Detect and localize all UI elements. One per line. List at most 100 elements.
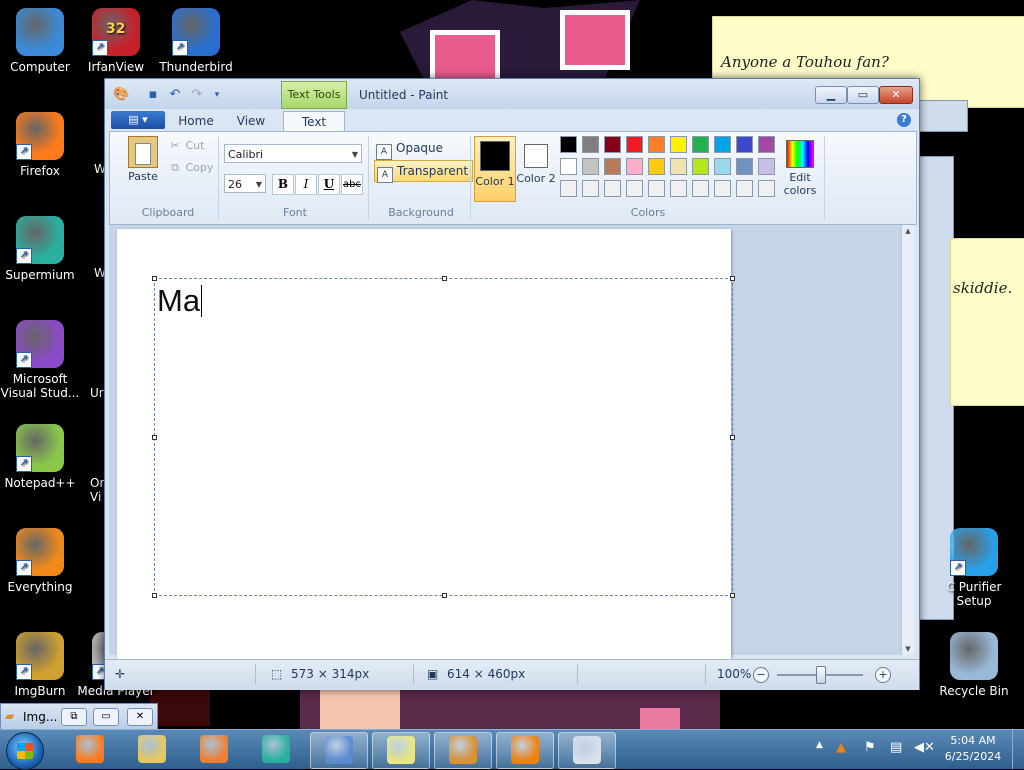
- restore-button[interactable]: ⧉: [61, 708, 87, 726]
- taskbar-media-button[interactable]: [186, 732, 242, 767]
- paste-button[interactable]: Paste: [118, 136, 168, 192]
- resize-handle[interactable]: [152, 593, 157, 598]
- palette-color[interactable]: [648, 158, 665, 175]
- resize-handle[interactable]: [442, 276, 447, 281]
- font-family-select[interactable]: Calibri ▼: [224, 144, 362, 163]
- palette-color[interactable]: [648, 180, 665, 197]
- palette-color[interactable]: [560, 180, 577, 197]
- color2-button[interactable]: Color 2: [516, 136, 556, 200]
- resize-handle[interactable]: [730, 276, 735, 281]
- zoom-in-button[interactable]: +: [875, 667, 891, 683]
- palette-color[interactable]: [604, 158, 621, 175]
- desktop-icon-everything[interactable]: ↗ Everything: [0, 528, 80, 594]
- underline-button[interactable]: U: [318, 174, 340, 195]
- tab-text[interactable]: Text: [283, 111, 345, 133]
- tab-view[interactable]: View: [225, 111, 277, 131]
- palette-color[interactable]: [604, 136, 621, 153]
- palette-color[interactable]: [714, 158, 731, 175]
- close-button[interactable]: ✕: [127, 708, 153, 726]
- sticky-note[interactable]: skiddie.: [950, 238, 1024, 406]
- transparent-option[interactable]: A Transparent: [374, 160, 474, 183]
- desktop-icon-supermium[interactable]: ↗ Supermium: [0, 216, 80, 282]
- desktop-icon-thunderbird[interactable]: ↗ Thunderbird: [156, 8, 236, 74]
- undo-icon[interactable]: ↶: [167, 87, 183, 103]
- palette-color[interactable]: [626, 180, 643, 197]
- italic-button[interactable]: I: [295, 174, 317, 195]
- action-center-icon[interactable]: ⚑: [864, 740, 876, 755]
- palette-color[interactable]: [604, 180, 621, 197]
- scroll-down-icon[interactable]: ▼: [902, 643, 914, 655]
- palette-color[interactable]: [582, 180, 599, 197]
- show-desktop-button[interactable]: [1012, 730, 1024, 769]
- taskbar-remote-button[interactable]: [310, 732, 368, 769]
- clock[interactable]: 5:04 AM 6/25/2024: [940, 733, 1006, 765]
- resize-handle[interactable]: [730, 435, 735, 440]
- palette-color[interactable]: [714, 136, 731, 153]
- palette-color[interactable]: [626, 158, 643, 175]
- palette-color[interactable]: [758, 136, 775, 153]
- vlc-tray-icon[interactable]: ▲: [836, 740, 846, 755]
- palette-color[interactable]: [560, 158, 577, 175]
- title-bar[interactable]: 🎨 ▪ ↶ ↷ ▾ Text Tools Untitled - Paint ▁ …: [105, 79, 919, 109]
- desktop-icon-visual-studio[interactable]: ↗ Microsoft Visual Stud...: [0, 320, 80, 400]
- paint-window[interactable]: 🎨 ▪ ↶ ↷ ▾ Text Tools Untitled - Paint ▁ …: [104, 78, 920, 690]
- palette-color[interactable]: [736, 158, 753, 175]
- minimized-window[interactable]: ▰ Img... ⧉ ▭ ✕: [0, 703, 158, 731]
- start-button[interactable]: [6, 732, 44, 770]
- show-hidden-icons[interactable]: ▲: [816, 740, 823, 750]
- edit-colors-button[interactable]: Edit colors: [780, 136, 820, 197]
- resize-handle[interactable]: [730, 593, 735, 598]
- palette-color[interactable]: [692, 158, 709, 175]
- taskbar-vlc-button[interactable]: [496, 732, 554, 769]
- taskbar-explorer-button[interactable]: [124, 732, 180, 767]
- palette-color[interactable]: [736, 180, 753, 197]
- taskbar-firefox-button[interactable]: [62, 732, 118, 767]
- desktop-icon-notepadpp[interactable]: ↗ Notepad++: [0, 424, 80, 490]
- network-icon[interactable]: ▤: [890, 740, 902, 755]
- palette-color[interactable]: [692, 136, 709, 153]
- strikethrough-button[interactable]: abc: [341, 174, 363, 195]
- palette-color[interactable]: [758, 180, 775, 197]
- paint-app-icon[interactable]: 🎨: [113, 87, 129, 103]
- palette-color[interactable]: [626, 136, 643, 153]
- resize-handle[interactable]: [442, 593, 447, 598]
- help-icon[interactable]: ?: [897, 113, 911, 127]
- paint-menu-button[interactable]: ▤ ▾: [111, 111, 165, 129]
- desktop-icon-irfanview[interactable]: 32 ↗ IrfanView: [76, 8, 156, 74]
- desktop-icon-recycle-bin[interactable]: Recycle Bin: [934, 632, 1014, 698]
- taskbar-sticky-notes-button[interactable]: [372, 732, 430, 769]
- palette-color[interactable]: [758, 158, 775, 175]
- minimize-button[interactable]: ▁: [815, 86, 847, 104]
- resize-handle[interactable]: [152, 276, 157, 281]
- palette-color[interactable]: [670, 136, 687, 153]
- canvas-text[interactable]: Ma: [157, 283, 203, 319]
- taskbar-imgburn-button[interactable]: [434, 732, 492, 769]
- color1-button[interactable]: Color 1: [474, 136, 516, 202]
- palette-color[interactable]: [736, 136, 753, 153]
- customize-toolbar-icon[interactable]: ▾: [209, 87, 225, 103]
- scroll-up-icon[interactable]: ▲: [902, 225, 914, 237]
- desktop-icon-imgburn[interactable]: ↗ ImgBurn: [0, 632, 80, 698]
- background-window[interactable]: [916, 100, 968, 132]
- zoom-out-button[interactable]: −: [753, 667, 769, 683]
- palette-color[interactable]: [670, 158, 687, 175]
- taskbar-supermium-button[interactable]: [248, 732, 304, 767]
- volume-muted-icon[interactable]: ◀✕: [914, 740, 935, 755]
- maximize-button[interactable]: ▭: [847, 86, 879, 104]
- tab-home[interactable]: Home: [169, 111, 223, 131]
- cut-button[interactable]: ✂ Cut: [168, 138, 204, 154]
- desktop-icon-purifier-setup[interactable]: ↗ C Purifier Setup: [934, 528, 1014, 608]
- palette-color[interactable]: [582, 136, 599, 153]
- desktop-icon-firefox[interactable]: ↗ Firefox: [0, 112, 80, 178]
- opaque-option[interactable]: A Opaque: [374, 138, 447, 160]
- palette-color[interactable]: [692, 180, 709, 197]
- font-size-select[interactable]: 26 ▼: [224, 174, 266, 193]
- resize-handle[interactable]: [152, 435, 157, 440]
- redo-icon[interactable]: ↷: [189, 87, 205, 103]
- palette-color[interactable]: [670, 180, 687, 197]
- palette-color[interactable]: [560, 136, 577, 153]
- zoom-slider-thumb[interactable]: [816, 666, 826, 684]
- desktop-icon-computer[interactable]: Computer: [0, 8, 80, 74]
- maximize-button[interactable]: ▭: [93, 708, 119, 726]
- palette-color[interactable]: [582, 158, 599, 175]
